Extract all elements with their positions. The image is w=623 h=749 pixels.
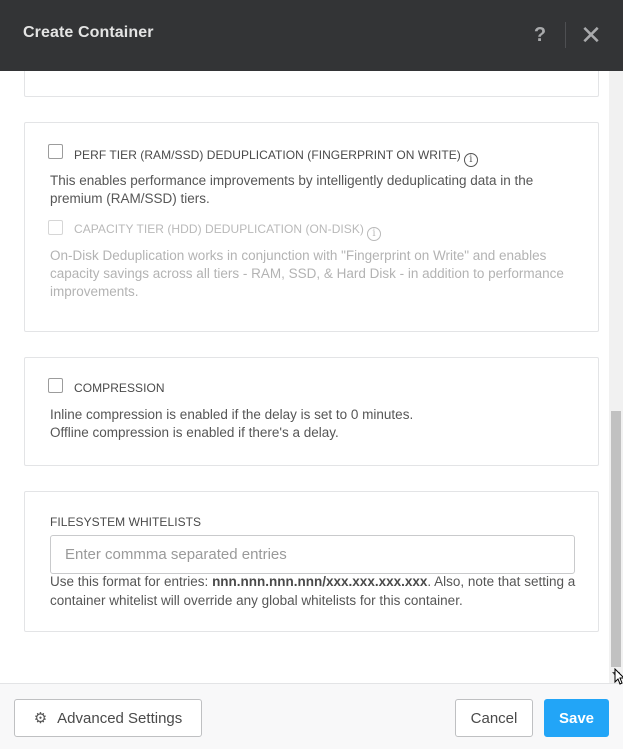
scrollbar-thumb[interactable] (611, 411, 621, 667)
help-icon[interactable]: ? (528, 22, 552, 48)
deduplication-panel: PERF TIER (RAM/SSD) DEDUPLICATION (FINGE… (24, 122, 599, 332)
info-icon[interactable]: i (366, 227, 381, 241)
advanced-settings-label: Advanced Settings (57, 709, 183, 727)
capacity-tier-dedup-description: On-Disk Deduplication works in conjuncti… (50, 248, 564, 299)
compression-panel: COMPRESSION Inline compression is enable… (24, 357, 599, 466)
info-icon[interactable]: i (463, 153, 478, 167)
advanced-settings-button[interactable]: ⚙ Advanced Settings (14, 699, 202, 737)
compression-description-line1: Inline compression is enabled if the del… (50, 407, 414, 422)
capacity-tier-dedup-checkbox[interactable] (48, 220, 63, 235)
save-button[interactable]: Save (544, 699, 609, 737)
dialog-scrollbar[interactable] (609, 71, 623, 683)
compression-checkbox[interactable] (48, 378, 63, 393)
whitelist-input[interactable] (50, 535, 575, 574)
whitelist-label: FILESYSTEM WHITELISTS (50, 515, 202, 529)
perf-tier-dedup-label-text: PERF TIER (RAM/SSD) DEDUPLICATION (FINGE… (74, 148, 461, 162)
compression-description-line2: Offline compression is enabled if there'… (50, 425, 339, 440)
whitelist-help-text: Use this format for entries: nnn.nnn.nnn… (50, 572, 580, 610)
capacity-tier-dedup-label: CAPACITY TIER (HDD) DEDUPLICATION (ON-DI… (74, 222, 381, 241)
previous-section-panel (24, 71, 599, 97)
cancel-button[interactable]: Cancel (455, 699, 533, 737)
dialog-title: Create Container (23, 24, 154, 41)
header-divider (565, 22, 566, 48)
perf-tier-dedup-checkbox[interactable] (48, 144, 63, 159)
dialog-body[interactable]: PERF TIER (RAM/SSD) DEDUPLICATION (FINGE… (0, 71, 623, 683)
filesystem-whitelist-panel: FILESYSTEM WHITELISTS Use this format fo… (24, 491, 599, 632)
whitelist-help-prefix: Use this format for entries: (50, 574, 213, 589)
dialog-footer: ⚙ Advanced Settings Cancel Save (0, 683, 623, 749)
compression-label[interactable]: COMPRESSION (74, 381, 165, 395)
whitelist-format-example: nnn.nnn.nnn.nnn/xxx.xxx.xxx.xxx (212, 574, 428, 589)
capacity-tier-dedup-label-text: CAPACITY TIER (HDD) DEDUPLICATION (ON-DI… (74, 222, 364, 236)
gear-icon: ⚙ (33, 710, 48, 727)
perf-tier-dedup-description: This enables performance improvements by… (50, 173, 534, 206)
perf-tier-dedup-label[interactable]: PERF TIER (RAM/SSD) DEDUPLICATION (FINGE… (74, 148, 478, 167)
dialog-header: Create Container ? ✕ (0, 0, 623, 71)
close-icon[interactable]: ✕ (578, 21, 604, 49)
scroll-down-arrow-icon[interactable] (612, 672, 620, 677)
